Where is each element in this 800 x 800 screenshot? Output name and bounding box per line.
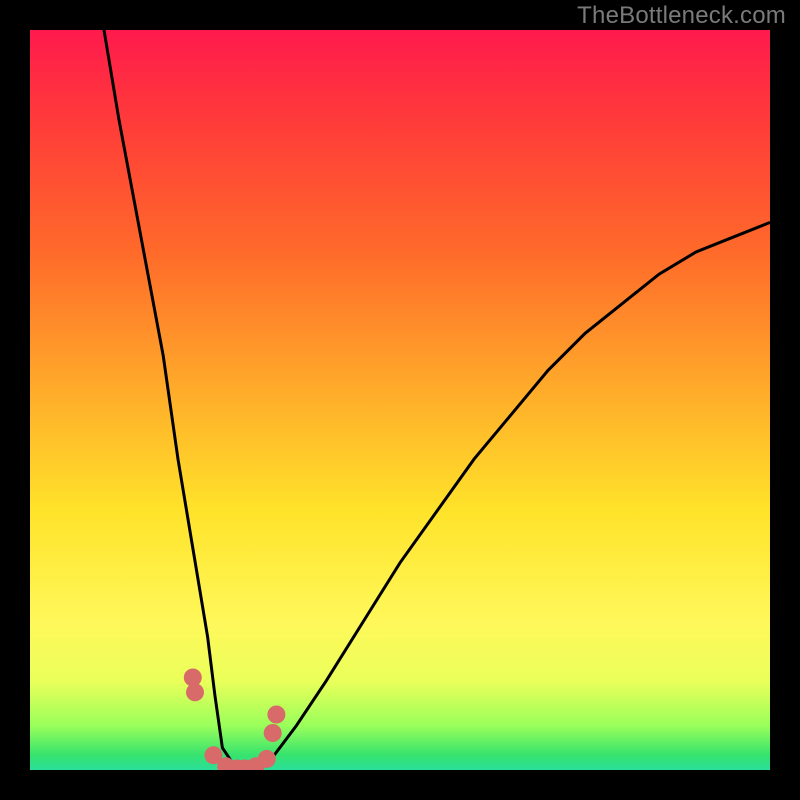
outer-frame: TheBottleneck.com: [0, 0, 800, 800]
watermark-text: TheBottleneck.com: [577, 2, 786, 30]
plot-area: [30, 30, 770, 770]
